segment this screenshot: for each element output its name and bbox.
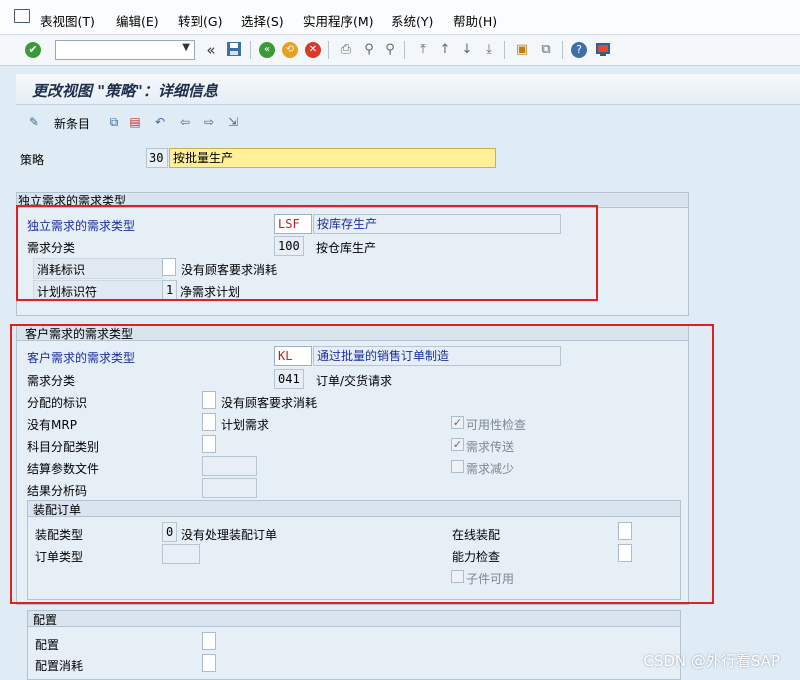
title-bar: 更改视图 "策略"：详细信息: [16, 74, 800, 105]
strategy-description-field[interactable]: 按批量生产: [169, 148, 496, 168]
previous-entry-icon[interactable]: ⇦: [177, 114, 193, 130]
print-icon[interactable]: ⎙: [337, 41, 355, 59]
page-title: 更改视图 "策略"：详细信息: [32, 82, 218, 100]
strategy-code-field: 30: [146, 148, 168, 168]
configuration-consumption-field: [202, 654, 216, 672]
undo-icon[interactable]: ↶: [152, 114, 168, 130]
next-page-icon[interactable]: ↓: [458, 41, 476, 59]
command-field[interactable]: ▼: [55, 40, 195, 60]
highlight-customer-box: [10, 324, 714, 604]
create-session-icon[interactable]: ▣: [513, 41, 531, 59]
menu-goto[interactable]: 转到(G): [178, 11, 222, 30]
chevron-down-icon[interactable]: ▼: [182, 42, 190, 53]
previous-page-icon[interactable]: ↑: [436, 41, 454, 59]
find-icon[interactable]: ⚲: [360, 41, 378, 59]
configuration-consumption-label: 配置消耗: [35, 659, 84, 673]
system-menu-icon[interactable]: [14, 9, 30, 23]
menu-help[interactable]: 帮助(H): [453, 11, 497, 30]
menu-bar: 表视图(T) 编辑(E) 转到(G) 选择(S) 实用程序(M) 系统(Y) 帮…: [0, 0, 800, 35]
menu-select[interactable]: 选择(S): [241, 11, 284, 30]
configuration-label: 配置: [35, 638, 60, 652]
menu-utilities[interactable]: 实用程序(M): [303, 11, 374, 30]
menu-edit[interactable]: 编辑(E): [116, 11, 159, 30]
menu-system[interactable]: 系统(Y): [391, 11, 433, 30]
shortcut-icon[interactable]: ⧉: [537, 41, 555, 59]
exit-icon[interactable]: ⟲: [282, 42, 298, 58]
menu-table-view[interactable]: 表视图(T): [40, 11, 95, 30]
next-entry-icon[interactable]: ⇨: [201, 114, 217, 130]
watermark: CSDN @外行看SAP: [643, 652, 780, 670]
first-page-icon[interactable]: ⤒: [414, 41, 432, 59]
configuration-section-title: 配置: [33, 613, 58, 627]
back-icon[interactable]: «: [259, 42, 275, 58]
enter-check-icon[interactable]: ✔: [25, 42, 41, 58]
export-icon[interactable]: ⇲: [225, 114, 241, 130]
cancel-icon[interactable]: ✕: [305, 42, 321, 58]
application-toolbar: ✎ 新条目 ⧉ ▤ ↶ ⇦ ⇨ ⇲: [16, 106, 800, 136]
save-icon[interactable]: [225, 41, 243, 59]
help-icon[interactable]: ?: [571, 42, 587, 58]
display-change-icon[interactable]: ✎: [26, 114, 42, 130]
layout-menu-icon[interactable]: [594, 41, 612, 59]
new-entries-button[interactable]: 新条目: [54, 115, 90, 132]
configuration-panel: [27, 610, 681, 680]
configuration-field: [202, 632, 216, 650]
copy-icon[interactable]: ⧉: [106, 114, 122, 130]
delete-icon[interactable]: ▤: [127, 114, 143, 130]
find-next-icon[interactable]: ⚲: [381, 41, 399, 59]
strategy-label: 策略: [20, 153, 45, 167]
highlight-independent-box: [16, 205, 598, 301]
last-page-icon[interactable]: ⤓: [480, 41, 498, 59]
back-arrows-icon[interactable]: «: [202, 41, 220, 59]
